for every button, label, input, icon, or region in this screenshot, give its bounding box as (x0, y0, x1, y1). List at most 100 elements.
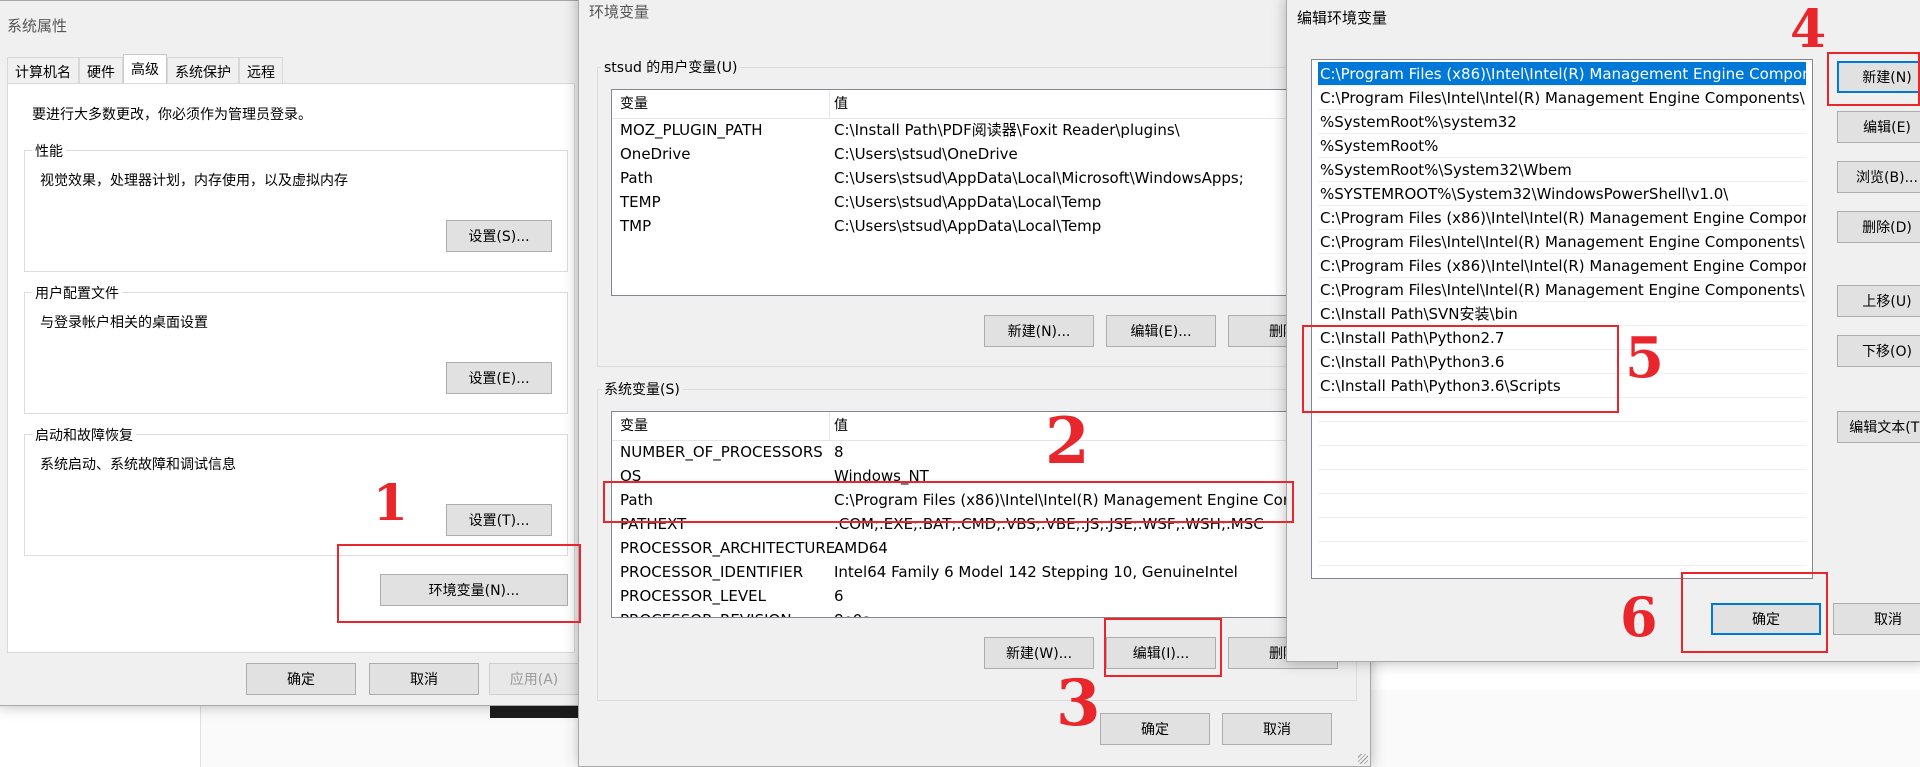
column-header-value[interactable]: 值 (834, 412, 848, 440)
startup-recovery-settings-button[interactable]: 设置(T)... (446, 504, 552, 536)
background-window-fragment (1370, 690, 1920, 767)
table-row[interactable]: TMP C:\Users\stsud\AppData\Local\Temp (612, 214, 1350, 238)
ok-button[interactable]: 确定 (1100, 713, 1210, 745)
user-variables-title: stsud 的用户变量(U) (601, 57, 741, 77)
environment-variables-window: 环境变量 stsud 的用户变量(U) 变量 值 MOZ_PLUGIN_PATH… (578, 0, 1371, 767)
list-item-empty[interactable] (1318, 422, 1806, 446)
user-profiles-group (24, 292, 568, 414)
list-item[interactable]: C:\Program Files (x86)\Intel\Intel(R) Ma… (1318, 254, 1806, 278)
var-value: C:\Program Files (x86)\Intel\Intel(R) Ma… (834, 491, 1307, 509)
admin-note: 要进行大多数更改，你必须作为管理员登录。 (32, 107, 312, 123)
column-header-variable[interactable]: 变量 (620, 412, 648, 440)
system-edit-button[interactable]: 编辑(I)... (1106, 637, 1216, 669)
list-item[interactable]: C:\Program Files\Intel\Intel(R) Manageme… (1318, 278, 1806, 302)
list-item-empty[interactable] (1318, 542, 1806, 566)
list-item-empty[interactable] (1318, 518, 1806, 542)
new-button[interactable]: 新建(N) (1837, 61, 1920, 93)
list-item[interactable]: C:\Install Path\Python2.7 (1318, 326, 1806, 350)
user-variables-list[interactable]: 变量 值 MOZ_PLUGIN_PATH C:\Install Path\PDF阅… (611, 89, 1351, 296)
edit-text-button[interactable]: 编辑文本(T) (1837, 411, 1920, 443)
ok-button[interactable]: 确定 (1711, 603, 1821, 635)
user-profiles-settings-button[interactable]: 设置(E)... (446, 362, 552, 394)
table-row[interactable]: PROCESSOR_REVISION 8e0a (612, 608, 1350, 617)
table-row[interactable]: PROCESSOR_IDENTIFIER Intel64 Family 6 Mod… (612, 560, 1350, 584)
performance-desc: 视觉效果，处理器计划，内存使用，以及虚拟内存 (40, 173, 348, 189)
var-name: Path (620, 169, 653, 187)
system-variables-list[interactable]: 变量 值 NUMBER_OF_PROCESSORS 8 OS Windows_NT … (611, 411, 1351, 618)
list-item[interactable]: C:\Program Files (x86)\Intel\Intel(R) Ma… (1318, 62, 1806, 86)
user-profiles-desc: 与登录帐户相关的桌面设置 (40, 315, 208, 331)
list-item[interactable]: C:\Program Files\Intel\Intel(R) Manageme… (1318, 230, 1806, 254)
table-row[interactable]: TEMP C:\Users\stsud\AppData\Local\Temp (612, 190, 1350, 214)
list-item-empty[interactable] (1318, 446, 1806, 470)
move-down-button[interactable]: 下移(O) (1837, 335, 1920, 367)
list-header: 变量 值 (612, 412, 1350, 441)
list-item[interactable]: C:\Program Files (x86)\Intel\Intel(R) Ma… (1318, 206, 1806, 230)
var-name: OneDrive (620, 145, 691, 163)
var-name: OS (620, 467, 642, 485)
move-up-button[interactable]: 上移(U) (1837, 285, 1920, 317)
list-item[interactable]: C:\Install Path\Python3.6 (1318, 350, 1806, 374)
var-value: 8e0a (834, 608, 872, 617)
system-new-button[interactable]: 新建(W)... (984, 637, 1094, 669)
var-value: Windows_NT (834, 467, 929, 485)
path-entries-list[interactable]: C:\Program Files (x86)\Intel\Intel(R) Ma… (1311, 59, 1813, 579)
user-edit-button[interactable]: 编辑(E)... (1106, 315, 1216, 347)
var-value: AMD64 (834, 539, 888, 557)
column-header-value[interactable]: 值 (834, 90, 848, 118)
var-value: .COM;.EXE;.BAT;.CMD;.VBS;.VBE;.JS;.JSE;.… (834, 515, 1264, 533)
edit-button[interactable]: 编辑(E) (1837, 111, 1920, 143)
list-item[interactable]: %SystemRoot%\System32\Wbem (1318, 158, 1806, 182)
var-value: C:\Users\stsud\AppData\Local\Temp (834, 193, 1102, 211)
var-name: TMP (620, 217, 652, 235)
window-title: 环境变量 (589, 3, 650, 21)
table-row[interactable]: OneDrive C:\Users\stsud\OneDrive (612, 142, 1350, 166)
var-value: Intel64 Family 6 Model 142 Stepping 10, … (834, 563, 1238, 581)
list-item[interactable]: %SystemRoot%\system32 (1318, 110, 1806, 134)
list-item-empty[interactable] (1318, 494, 1806, 518)
user-new-button[interactable]: 新建(N)... (984, 315, 1094, 347)
var-value: C:\Install Path\PDF阅读器\Foxit Reader\plug… (834, 121, 1180, 139)
cancel-button[interactable]: 取消 (1833, 603, 1920, 635)
table-row[interactable]: Path C:\Users\stsud\AppData\Local\Microso… (612, 166, 1350, 190)
apply-button[interactable]: 应用(A) (489, 663, 579, 695)
table-row[interactable]: PATHEXT .COM;.EXE;.BAT;.CMD;.VBS;.VBE;.JS… (612, 512, 1350, 536)
var-name: Path (620, 491, 653, 509)
startup-recovery-desc: 系统启动、系统故障和调试信息 (40, 457, 236, 473)
environment-variables-button[interactable]: 环境变量(N)... (380, 574, 568, 606)
tab-advanced[interactable]: 高级 (123, 54, 167, 86)
ok-button[interactable]: 确定 (246, 663, 356, 695)
resize-grip-icon[interactable] (1358, 754, 1368, 764)
list-item[interactable]: %SYSTEMROOT%\System32\WindowsPowerShell\… (1318, 182, 1806, 206)
table-row[interactable]: PROCESSOR_LEVEL 6 (612, 584, 1350, 608)
performance-title: 性能 (32, 141, 66, 161)
table-row-path[interactable]: Path C:\Program Files (x86)\Intel\Intel(R… (612, 488, 1350, 512)
cancel-button[interactable]: 取消 (1222, 713, 1332, 745)
var-name: PATHEXT (620, 515, 687, 533)
advanced-tab-panel: 要进行大多数更改，你必须作为管理员登录。 性能 视觉效果，处理器计划，内存使用，… (7, 83, 575, 653)
column-header-variable[interactable]: 变量 (620, 90, 648, 118)
list-item[interactable]: %SystemRoot% (1318, 134, 1806, 158)
list-header: 变量 值 (612, 90, 1350, 119)
var-value: C:\Users\stsud\OneDrive (834, 145, 1018, 163)
startup-recovery-group (24, 434, 568, 556)
list-item-empty[interactable] (1318, 398, 1806, 422)
table-row[interactable]: NUMBER_OF_PROCESSORS 8 (612, 440, 1350, 464)
delete-button[interactable]: 删除(D) (1837, 211, 1920, 243)
performance-group (24, 150, 568, 272)
var-name: MOZ_PLUGIN_PATH (620, 121, 763, 139)
browse-button[interactable]: 浏览(B)... (1837, 161, 1920, 193)
system-properties-window: 系统属性 计算机名 硬件 高级 系统保护 远程 要进行大多数更改，你必须作为管理… (0, 0, 582, 706)
list-item[interactable]: C:\Install Path\SVN安装\bin (1318, 302, 1806, 326)
window-title: 系统属性 (7, 17, 68, 35)
table-row[interactable]: OS Windows_NT (612, 464, 1350, 488)
list-item[interactable]: C:\Install Path\Python3.6\Scripts (1318, 374, 1806, 398)
var-name: NUMBER_OF_PROCESSORS (620, 443, 823, 461)
var-name: PROCESSOR_REVISION (620, 608, 792, 617)
table-row[interactable]: PROCESSOR_ARCHITECTURE AMD64 (612, 536, 1350, 560)
list-item[interactable]: C:\Program Files\Intel\Intel(R) Manageme… (1318, 86, 1806, 110)
cancel-button[interactable]: 取消 (369, 663, 479, 695)
table-row[interactable]: MOZ_PLUGIN_PATH C:\Install Path\PDF阅读器\Fo… (612, 118, 1350, 142)
list-item-empty[interactable] (1318, 470, 1806, 494)
performance-settings-button[interactable]: 设置(S)... (446, 220, 552, 252)
